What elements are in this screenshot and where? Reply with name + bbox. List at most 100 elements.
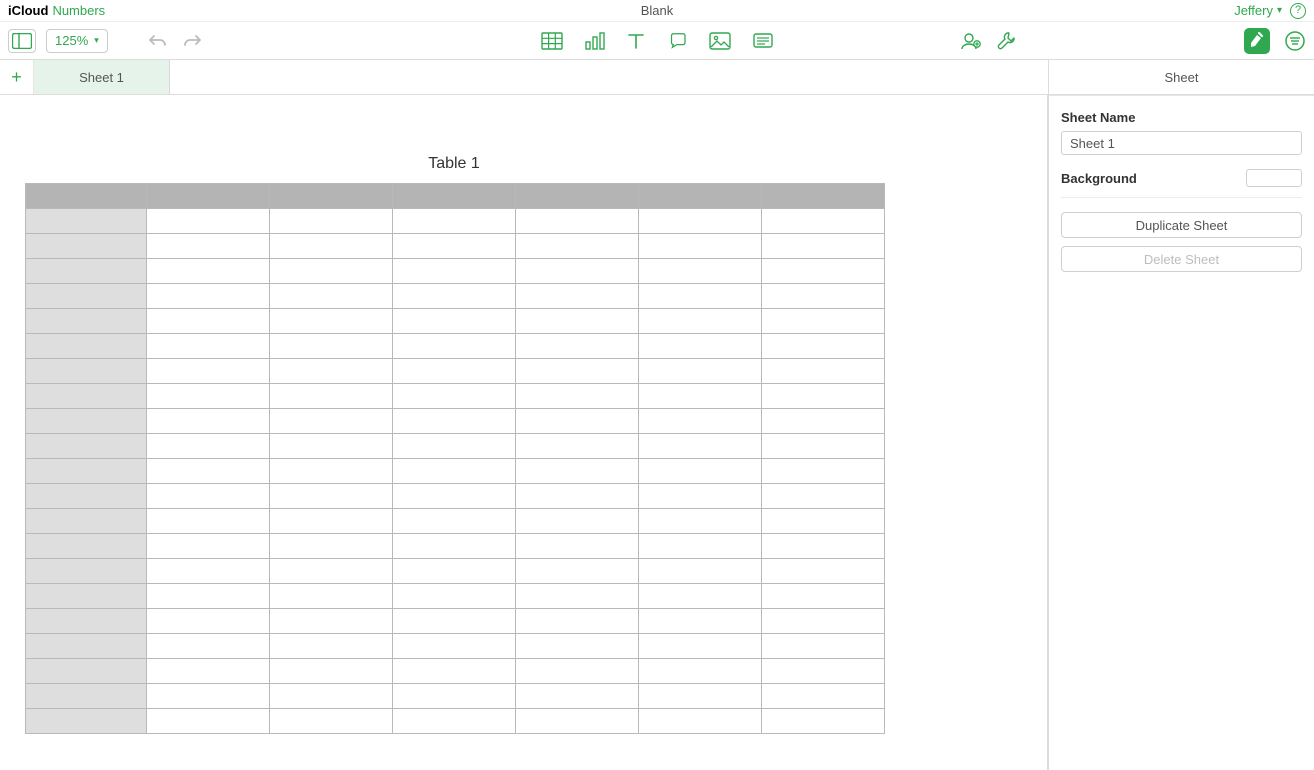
cell[interactable] (393, 409, 516, 434)
cell[interactable] (516, 559, 639, 584)
cell[interactable] (639, 609, 762, 634)
cell[interactable] (762, 284, 885, 309)
cell[interactable] (762, 234, 885, 259)
cell[interactable] (762, 534, 885, 559)
cell[interactable] (147, 309, 270, 334)
cell[interactable] (639, 409, 762, 434)
table-row[interactable] (26, 434, 885, 459)
header-cell[interactable] (639, 184, 762, 209)
cell[interactable] (147, 559, 270, 584)
row-header-cell[interactable] (26, 384, 147, 409)
sheet-name-input[interactable] (1061, 131, 1302, 155)
cell[interactable] (147, 384, 270, 409)
row-header-cell[interactable] (26, 584, 147, 609)
table-row[interactable] (26, 334, 885, 359)
cell[interactable] (516, 334, 639, 359)
row-header-cell[interactable] (26, 634, 147, 659)
cell[interactable] (762, 659, 885, 684)
cell[interactable] (762, 609, 885, 634)
table-row[interactable] (26, 209, 885, 234)
insert-media-icon[interactable] (709, 32, 731, 50)
cell[interactable] (147, 284, 270, 309)
table-row[interactable] (26, 459, 885, 484)
cell[interactable] (516, 284, 639, 309)
row-header-cell[interactable] (26, 684, 147, 709)
cell[interactable] (270, 459, 393, 484)
cell[interactable] (762, 634, 885, 659)
cell[interactable] (393, 334, 516, 359)
cell[interactable] (516, 234, 639, 259)
cell[interactable] (270, 709, 393, 734)
table-title[interactable]: Table 1 (25, 155, 883, 173)
cell[interactable] (270, 559, 393, 584)
cell[interactable] (147, 609, 270, 634)
cell[interactable] (639, 709, 762, 734)
cell[interactable] (393, 634, 516, 659)
cell[interactable] (639, 534, 762, 559)
redo-button[interactable] (180, 33, 204, 49)
cell[interactable] (147, 234, 270, 259)
row-header-cell[interactable] (26, 459, 147, 484)
row-header-cell[interactable] (26, 209, 147, 234)
header-cell[interactable] (147, 184, 270, 209)
cell[interactable] (393, 209, 516, 234)
cell[interactable] (393, 534, 516, 559)
cell[interactable] (393, 484, 516, 509)
cell[interactable] (639, 359, 762, 384)
cell[interactable] (762, 684, 885, 709)
insert-comment-icon[interactable] (753, 32, 773, 50)
app-name[interactable]: Numbers (52, 3, 105, 18)
header-cell[interactable] (516, 184, 639, 209)
table-row[interactable] (26, 259, 885, 284)
cell[interactable] (270, 684, 393, 709)
table-row[interactable] (26, 634, 885, 659)
cell[interactable] (762, 259, 885, 284)
cell[interactable] (393, 459, 516, 484)
cell[interactable] (270, 659, 393, 684)
table-row[interactable] (26, 309, 885, 334)
cell[interactable] (516, 534, 639, 559)
background-color-swatch[interactable] (1246, 169, 1302, 187)
cell[interactable] (762, 459, 885, 484)
collaborate-icon[interactable] (960, 31, 982, 51)
cell[interactable] (147, 334, 270, 359)
cell[interactable] (762, 309, 885, 334)
cell[interactable] (393, 259, 516, 284)
cell[interactable] (270, 434, 393, 459)
spreadsheet-table[interactable] (25, 183, 885, 734)
table-row[interactable] (26, 534, 885, 559)
table-row[interactable] (26, 609, 885, 634)
icloud-label[interactable]: iCloud (8, 3, 48, 18)
cell[interactable] (147, 684, 270, 709)
cell[interactable] (639, 584, 762, 609)
header-cell[interactable] (393, 184, 516, 209)
cell[interactable] (393, 384, 516, 409)
cell[interactable] (516, 384, 639, 409)
row-header-cell[interactable] (26, 234, 147, 259)
cell[interactable] (639, 259, 762, 284)
table-row[interactable] (26, 684, 885, 709)
canvas[interactable]: Table 1 (0, 95, 1048, 770)
cell[interactable] (270, 409, 393, 434)
table-header-row[interactable] (26, 184, 885, 209)
row-header-cell[interactable] (26, 609, 147, 634)
cell[interactable] (516, 434, 639, 459)
format-button[interactable] (1244, 28, 1270, 54)
cell[interactable] (393, 609, 516, 634)
cell[interactable] (516, 459, 639, 484)
cell[interactable] (516, 659, 639, 684)
header-cell[interactable] (26, 184, 147, 209)
cell[interactable] (393, 234, 516, 259)
organize-button[interactable] (1284, 30, 1306, 52)
cell[interactable] (270, 334, 393, 359)
table-row[interactable] (26, 584, 885, 609)
cell[interactable] (393, 284, 516, 309)
row-header-cell[interactable] (26, 409, 147, 434)
cell[interactable] (762, 709, 885, 734)
cell[interactable] (516, 709, 639, 734)
cell[interactable] (639, 334, 762, 359)
view-button[interactable] (8, 29, 36, 53)
table-row[interactable] (26, 709, 885, 734)
cell[interactable] (639, 234, 762, 259)
cell[interactable] (270, 259, 393, 284)
